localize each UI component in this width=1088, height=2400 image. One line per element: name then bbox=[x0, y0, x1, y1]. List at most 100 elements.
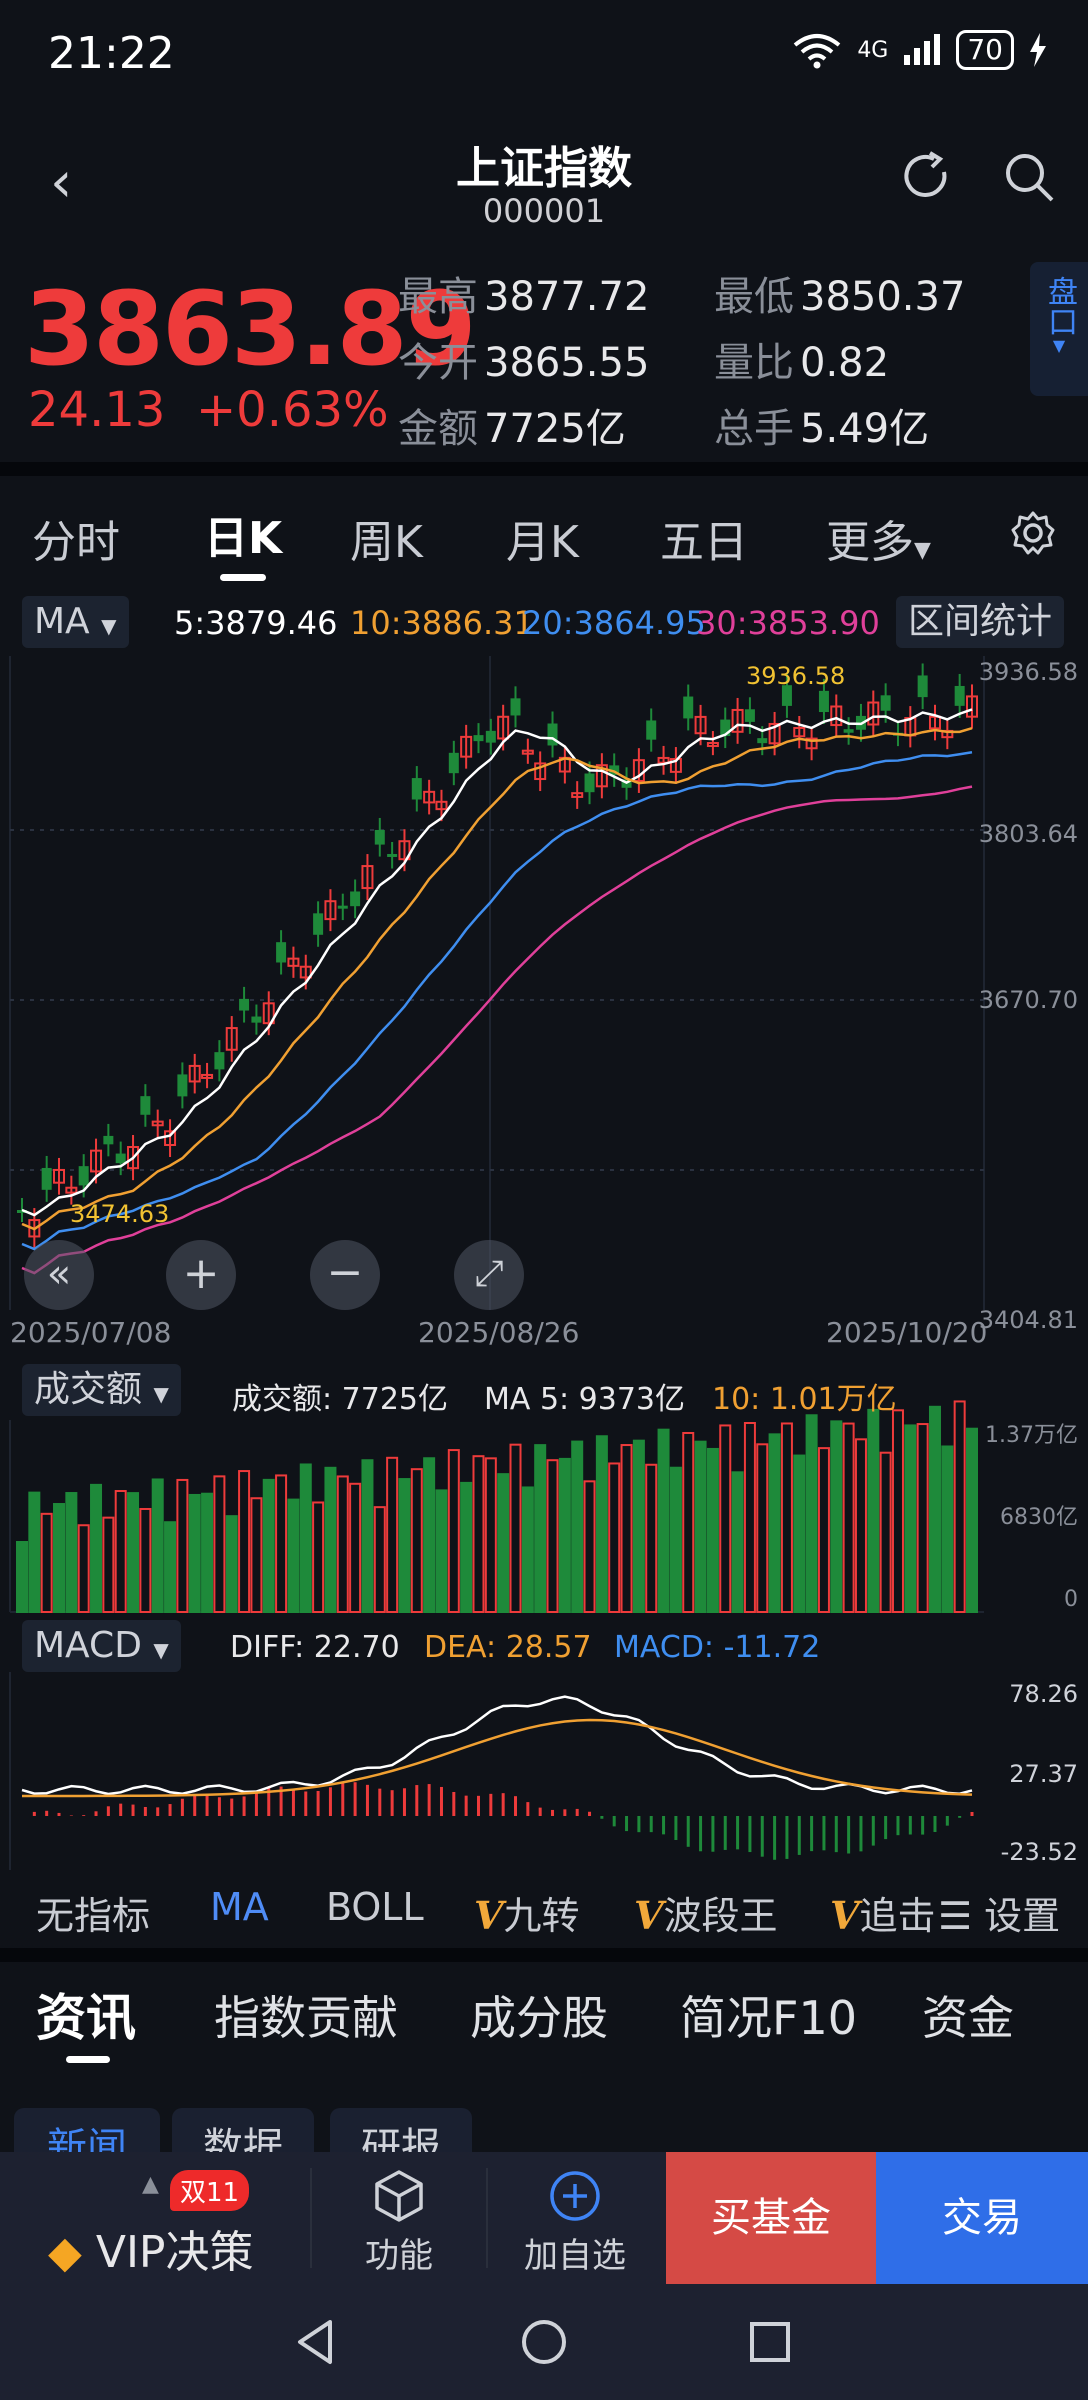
macd-bar bbox=[785, 1816, 789, 1859]
volume-bar bbox=[139, 1507, 152, 1613]
caret-down-icon: ▼ bbox=[914, 538, 931, 563]
ma5-value: 5:3879.46 bbox=[174, 604, 338, 642]
nav-home-icon[interactable] bbox=[518, 2316, 570, 2368]
scroll-left-icon[interactable]: « bbox=[24, 1240, 94, 1310]
macd-bar bbox=[933, 1816, 937, 1832]
volume-bar bbox=[53, 1503, 66, 1614]
refresh-icon[interactable] bbox=[900, 150, 954, 204]
macd-bar bbox=[945, 1816, 949, 1826]
vip-decision-button[interactable]: ◆ VIP决策 bbox=[48, 2216, 253, 2280]
ma30-value: 30:3853.90 bbox=[696, 604, 880, 642]
candle bbox=[485, 730, 496, 743]
volume-bar bbox=[632, 1439, 645, 1613]
tab-constituents[interactable]: 成分股 bbox=[470, 1982, 608, 2048]
indicator-jiuzhuan[interactable]: V九转 bbox=[474, 1885, 580, 1940]
candle bbox=[214, 1052, 225, 1070]
macd-bar bbox=[686, 1816, 690, 1847]
volume-bar bbox=[583, 1480, 596, 1614]
indicator-boduanwang[interactable]: V波段王 bbox=[634, 1885, 778, 1940]
nav-recents-icon[interactable] bbox=[744, 2316, 796, 2368]
tab-monthly-k[interactable]: 月K bbox=[506, 506, 579, 570]
volume-bar bbox=[102, 1516, 115, 1613]
indicator-boll[interactable]: BOLL bbox=[326, 1885, 424, 1929]
tab-five-day[interactable]: 五日 bbox=[660, 506, 748, 570]
candle bbox=[757, 738, 768, 744]
range-stats-button[interactable]: 区间统计 bbox=[896, 596, 1065, 648]
candle bbox=[313, 913, 324, 935]
function-button[interactable]: 功能 bbox=[354, 2168, 444, 2277]
macd-bar bbox=[896, 1816, 900, 1836]
fullscreen-icon[interactable]: ⤢ bbox=[454, 1240, 524, 1310]
macd-selector[interactable]: MACD ▼ bbox=[22, 1620, 181, 1672]
tab-capital[interactable]: 资金 bbox=[922, 1982, 1014, 2048]
macd-bar bbox=[711, 1816, 715, 1852]
tab-daily-k[interactable]: 日K bbox=[204, 502, 282, 566]
macd-bar bbox=[143, 1806, 147, 1816]
zoom-in-icon[interactable]: + bbox=[166, 1240, 236, 1310]
macd-bar bbox=[797, 1816, 801, 1855]
macd-diff: DIFF: 22.70 bbox=[230, 1630, 400, 1665]
arrow-up-icon: ▲ bbox=[142, 2172, 159, 2197]
volume-bar bbox=[324, 1466, 337, 1613]
indicator-ma[interactable]: MA bbox=[210, 1885, 269, 1929]
zoom-out-icon[interactable]: − bbox=[310, 1240, 380, 1310]
nav-back-icon[interactable] bbox=[290, 2316, 342, 2368]
charging-icon bbox=[1030, 33, 1046, 67]
tab-more[interactable]: 更多▼ bbox=[826, 506, 931, 570]
pankou-button[interactable]: 盘口 ▼ bbox=[1030, 262, 1088, 396]
candle bbox=[337, 905, 348, 909]
macd-bar bbox=[242, 1796, 246, 1816]
macd-bar bbox=[612, 1816, 616, 1827]
volume-bar bbox=[225, 1515, 238, 1613]
volume-selector[interactable]: 成交额 ▼ bbox=[22, 1364, 181, 1416]
y-label-top: 3936.58 bbox=[979, 658, 1078, 686]
macd-bar bbox=[464, 1795, 468, 1816]
dea-line bbox=[21, 1718, 973, 1798]
add-watchlist-button[interactable]: 加自选 bbox=[514, 2168, 636, 2277]
volume-ma5: MA 5: 9373亿 bbox=[484, 1382, 686, 1417]
vol-y-top: 1.37万亿 bbox=[985, 1423, 1078, 1448]
battery-level: 70 bbox=[956, 30, 1014, 70]
volume-bar bbox=[645, 1463, 658, 1613]
search-icon[interactable] bbox=[1002, 150, 1056, 204]
macd-bar bbox=[551, 1809, 555, 1816]
divider bbox=[310, 2168, 312, 2268]
tab-news[interactable]: 资讯 bbox=[36, 1978, 136, 2050]
date-end: 2025/10/20 bbox=[826, 1316, 987, 1349]
wifi-icon bbox=[794, 34, 841, 69]
macd-y-top: 78.26 bbox=[1009, 1680, 1078, 1708]
buy-fund-button[interactable]: 买基金 bbox=[666, 2152, 876, 2284]
divider bbox=[0, 462, 1088, 476]
indicator-none[interactable]: 无指标 bbox=[36, 1885, 150, 1940]
tab-index-contribution[interactable]: 指数贡献 bbox=[214, 1982, 398, 2048]
macd-bar bbox=[476, 1795, 480, 1816]
settings-icon[interactable] bbox=[1010, 510, 1056, 556]
volume-bar bbox=[743, 1421, 756, 1613]
tab-f10[interactable]: 简况F10 bbox=[680, 1982, 857, 2048]
candle bbox=[646, 720, 657, 740]
caret-down-icon: ▼ bbox=[153, 1382, 169, 1406]
volume-bar bbox=[188, 1493, 201, 1614]
volume-bar bbox=[201, 1492, 214, 1614]
candle bbox=[411, 778, 422, 800]
indicator-settings[interactable]: ☰ 设置 bbox=[938, 1885, 1061, 1940]
trade-button[interactable]: 交易 bbox=[876, 2152, 1088, 2284]
tab-timeshare[interactable]: 分时 bbox=[32, 506, 120, 570]
v-badge-icon: V bbox=[634, 1893, 664, 1938]
volume-bar bbox=[447, 1449, 460, 1613]
volume-bar bbox=[349, 1482, 362, 1613]
macd-bar bbox=[439, 1786, 443, 1816]
macd-bar bbox=[415, 1785, 419, 1816]
candle bbox=[744, 709, 755, 722]
volume-bar bbox=[410, 1468, 423, 1613]
tab-weekly-k[interactable]: 周K bbox=[350, 506, 423, 570]
volume-bar bbox=[682, 1431, 695, 1613]
macd-bar bbox=[514, 1796, 518, 1816]
stat-low: 最低 3850.37 bbox=[714, 274, 966, 320]
ma-selector[interactable]: MA ▼ bbox=[22, 596, 129, 648]
volume-bar bbox=[275, 1474, 288, 1613]
indicator-zhuiji[interactable]: V追击 bbox=[830, 1885, 938, 1940]
volume-bar bbox=[423, 1457, 436, 1614]
macd-bar bbox=[834, 1816, 838, 1853]
volume-bar bbox=[312, 1501, 325, 1613]
